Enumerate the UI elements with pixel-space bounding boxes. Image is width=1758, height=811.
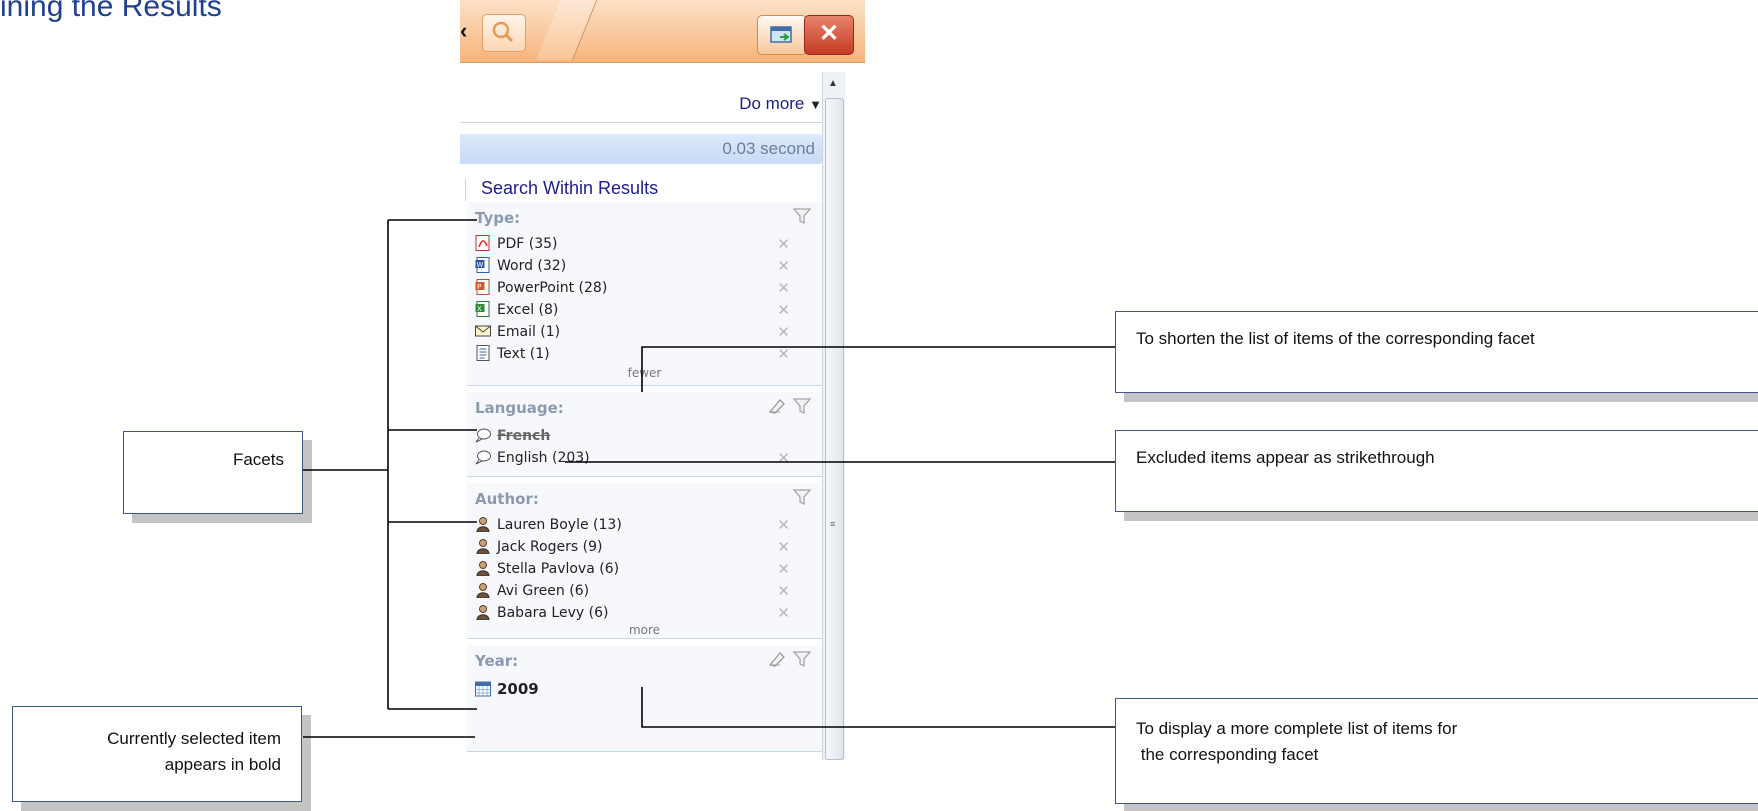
connector-lines (303, 219, 1115, 738)
